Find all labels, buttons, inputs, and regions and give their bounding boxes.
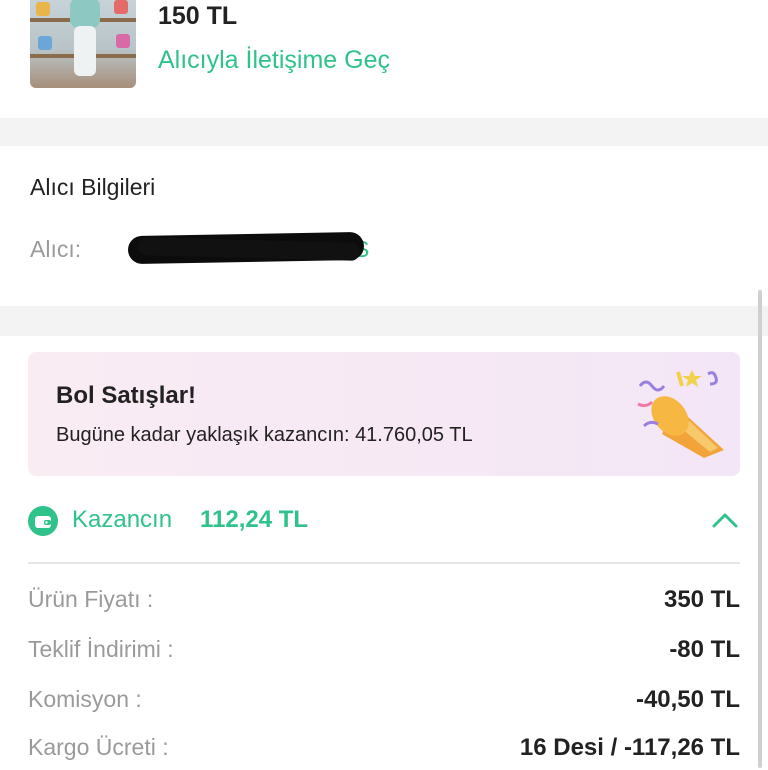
scrollbar[interactable] [758, 290, 762, 768]
buyer-name-redacted[interactable]: G S [127, 231, 369, 266]
breakdown-row-commission: Komisyon : -40,50 TL [28, 686, 740, 722]
breakdown-label: Kargo Ücreti : [28, 734, 169, 760]
payout-label: Kazancın [72, 506, 173, 533]
breakdown-row-shipping-fee: Kargo Ücreti : 16 Desi / -117,26 TL [28, 734, 740, 770]
wallet-icon [28, 506, 58, 536]
breakdown-row-product-price: Ürün Fiyatı : 350 TL [28, 586, 740, 622]
section-divider [0, 118, 768, 146]
breakdown-label: Komisyon : [28, 686, 142, 712]
breakdown-label: Teklif İndirimi : [28, 636, 174, 662]
breakdown-value: 16 Desi / -117,26 TL [519, 734, 740, 761]
product-thumbnail[interactable] [30, 0, 136, 88]
buyer-info-section: Alıcı Bilgileri Alıcı: G S [0, 146, 768, 306]
earnings-banner: Bol Satışlar! Bugüne kadar yaklaşık kaza… [28, 352, 740, 476]
divider [28, 562, 740, 564]
breakdown-row-offer-discount: Teklif İndirimi : -80 TL [28, 636, 740, 672]
breakdown-value: -80 TL [669, 636, 740, 663]
product-summary: 150 TL Alıcıyla İletişime Geç [0, 0, 768, 118]
breakdown-value: 350 TL [663, 586, 740, 613]
buyer-label: Alıcı: [30, 236, 82, 262]
payout-row[interactable]: Kazancın 112,24 TL [28, 502, 740, 542]
buyer-section-title: Alıcı Bilgileri [30, 174, 156, 200]
party-popper-icon [637, 370, 724, 458]
product-price: 150 TL [158, 2, 238, 30]
chevron-up-icon[interactable] [710, 508, 740, 532]
earnings-banner-title: Bol Satışlar! [56, 382, 197, 409]
breakdown-label: Ürün Fiyatı : [28, 586, 154, 612]
section-divider [0, 306, 768, 336]
contact-buyer-link[interactable]: Alıcıyla İletişime Geç [158, 46, 390, 75]
breakdown-value: -40,50 TL [635, 686, 740, 713]
payout-amount: 112,24 TL [200, 506, 309, 533]
earnings-banner-subtitle: Bugüne kadar yaklaşık kazancın: 41.760,0… [56, 424, 473, 446]
